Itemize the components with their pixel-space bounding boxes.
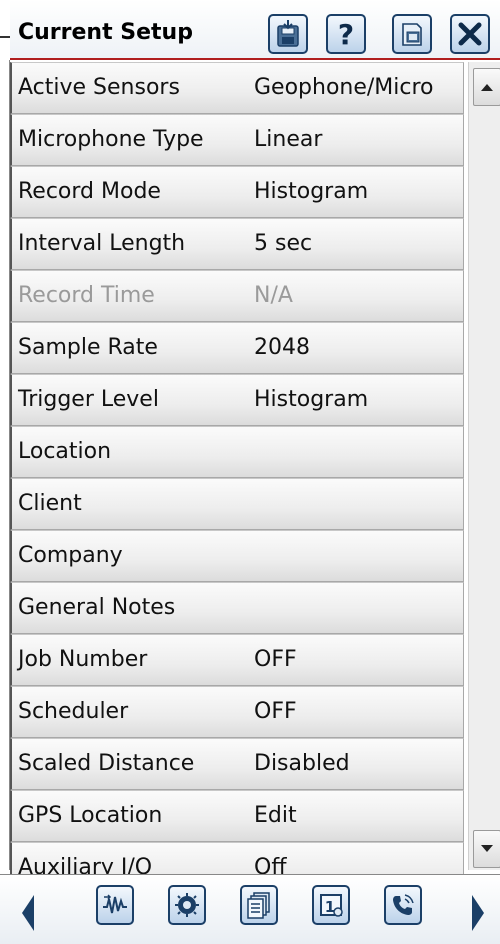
setting-row[interactable]: Microphone Type Linear — [10, 114, 464, 166]
setting-value: Histogram — [254, 387, 369, 412]
setting-row[interactable]: General Notes — [10, 582, 464, 634]
scroll-down-button[interactable] — [473, 830, 500, 868]
setting-row[interactable]: Trigger Level Histogram — [10, 374, 464, 426]
setting-row[interactable]: Active Sensors Geophone/Micro — [10, 62, 464, 114]
close-icon — [458, 22, 482, 46]
setting-row[interactable]: Job Number OFF — [10, 634, 464, 686]
help-button[interactable]: ? — [326, 14, 366, 54]
header-bar: Current Setup ? — [10, 0, 500, 60]
setting-value: 5 sec — [254, 231, 313, 256]
arrow-down-icon — [481, 845, 493, 852]
phone-icon — [393, 894, 414, 915]
setting-label: Record Time — [18, 283, 155, 308]
left-gutter — [0, 0, 10, 944]
setting-row[interactable]: Record Mode Histogram — [10, 166, 464, 218]
scrollbar[interactable] — [468, 62, 500, 870]
setting-value: Geophone/Micro — [254, 75, 434, 100]
setting-label: Trigger Level — [18, 387, 159, 412]
setting-label: Scheduler — [18, 699, 129, 724]
bottom-toolbar: 1 — [0, 874, 500, 944]
setting-row[interactable]: Scheduler OFF — [10, 686, 464, 738]
calendar-icon: 1 — [320, 894, 343, 917]
waveform-icon — [103, 894, 127, 914]
gutter-mark — [0, 36, 10, 38]
save-button[interactable] — [268, 14, 308, 54]
setting-label: Job Number — [18, 647, 148, 672]
setting-value: Histogram — [254, 179, 369, 204]
documents-button[interactable] — [240, 885, 278, 925]
setting-value: Disabled — [254, 751, 350, 776]
setting-value: OFF — [254, 647, 297, 672]
setting-value: N/A — [254, 283, 293, 308]
screen-icon — [402, 23, 422, 46]
phone-button[interactable] — [384, 885, 422, 925]
setting-label: Client — [18, 491, 82, 516]
help-icon: ? — [338, 19, 354, 49]
setting-row[interactable]: Location — [10, 426, 464, 478]
setting-label: Record Mode — [18, 179, 161, 204]
sensor-button[interactable] — [168, 885, 206, 925]
svg-text:?: ? — [338, 19, 354, 49]
setting-label: Active Sensors — [18, 75, 180, 100]
setting-label: General Notes — [18, 595, 176, 620]
close-button[interactable] — [450, 14, 490, 54]
setting-row[interactable]: Interval Length 5 sec — [10, 218, 464, 270]
setting-value: OFF — [254, 699, 297, 724]
setting-row[interactable]: Client — [10, 478, 464, 530]
setting-label: Scaled Distance — [18, 751, 195, 776]
setting-row[interactable]: Scaled Distance Disabled — [10, 738, 464, 790]
setting-value: 2048 — [254, 335, 310, 360]
setting-label: Location — [18, 439, 112, 464]
setting-label: GPS Location — [18, 803, 163, 828]
settings-list: Active Sensors Geophone/Micro Microphone T… — [10, 62, 464, 894]
setting-row[interactable]: Sample Rate 2048 — [10, 322, 464, 374]
setting-row[interactable]: GPS Location Edit — [10, 790, 464, 842]
setting-row: Record Time N/A — [10, 270, 464, 322]
arrow-up-icon — [481, 84, 493, 91]
setting-value: Edit — [254, 803, 297, 828]
screen-button[interactable] — [392, 14, 432, 54]
previous-arrow-icon[interactable] — [20, 893, 36, 933]
setting-label: Microphone Type — [18, 127, 204, 152]
waveform-button[interactable] — [96, 885, 134, 925]
sensor-icon — [175, 893, 199, 917]
page-title: Current Setup — [18, 20, 193, 45]
setting-row[interactable]: Company — [10, 530, 464, 582]
setting-value: Linear — [254, 127, 323, 152]
documents-icon — [247, 892, 270, 919]
save-icon — [277, 20, 299, 47]
setting-label: Company — [18, 543, 123, 568]
calendar-button[interactable]: 1 — [312, 885, 350, 925]
setting-label: Sample Rate — [18, 335, 158, 360]
setting-label: Interval Length — [18, 231, 186, 256]
scroll-up-button[interactable] — [473, 68, 500, 106]
next-arrow-icon[interactable] — [470, 893, 486, 933]
